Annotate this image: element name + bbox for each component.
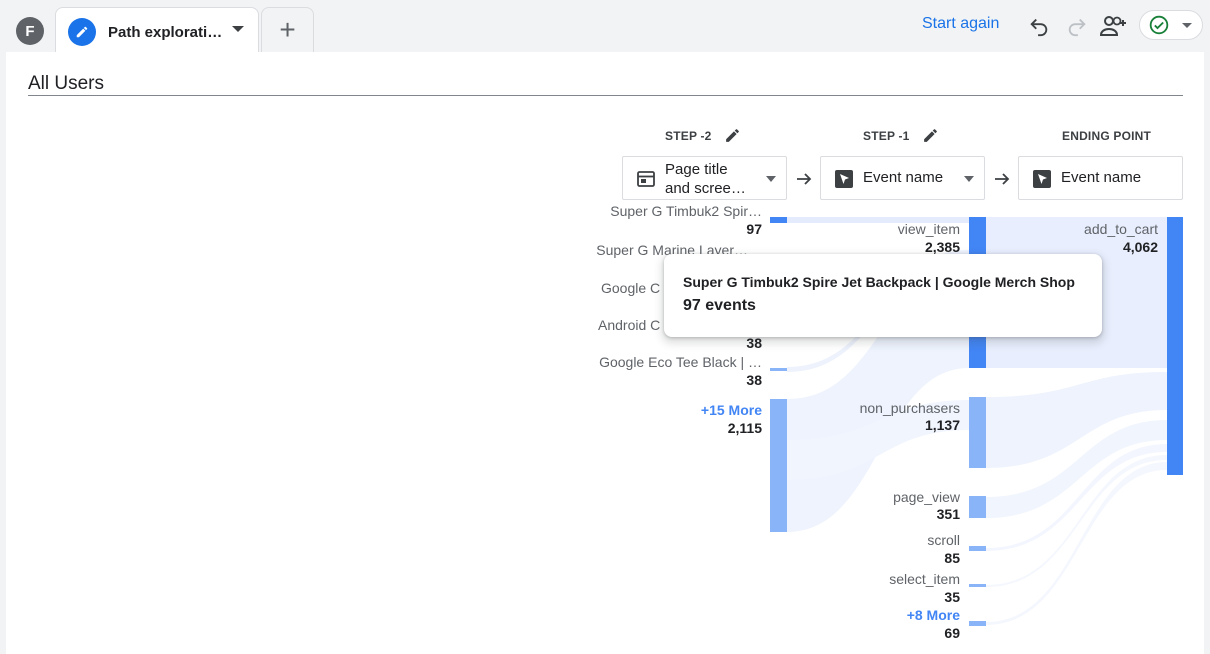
node-label[interactable]: Super G Timbuk2 Spir… bbox=[610, 203, 762, 219]
dropdown-label: Event name bbox=[863, 169, 944, 186]
cursor-icon bbox=[834, 169, 854, 189]
node-bar bbox=[969, 397, 986, 468]
node-bar bbox=[770, 368, 787, 371]
node-value: 4,062 bbox=[1122, 239, 1158, 255]
node-label[interactable]: Google Eco Tee Black | … bbox=[599, 354, 762, 370]
flow-link bbox=[986, 462, 1167, 625]
node-label[interactable]: select_item bbox=[889, 571, 960, 587]
node-label[interactable]: non_purchasers bbox=[860, 400, 960, 416]
dropdown-label-line: Page title bbox=[665, 161, 728, 178]
step-minus-1-dimension-select[interactable]: Event name bbox=[820, 156, 985, 200]
node-label[interactable]: Google C bbox=[601, 280, 660, 296]
tooltip-value: 97 events bbox=[683, 297, 756, 314]
node-bar bbox=[969, 496, 986, 518]
node-value: 1,137 bbox=[924, 417, 960, 433]
more-nodes-link[interactable]: +8 More bbox=[907, 607, 960, 623]
arrow-right-icon bbox=[993, 170, 1011, 188]
chevron-down-icon bbox=[766, 176, 776, 182]
node-label[interactable]: Android C bbox=[598, 317, 660, 333]
pencil-icon[interactable] bbox=[922, 127, 940, 145]
tooltip-title: Super G Timbuk2 Spire Jet Backpack | Goo… bbox=[683, 274, 1075, 290]
step-header-minus-2: STEP -2 bbox=[665, 129, 712, 143]
node-bar bbox=[1167, 217, 1183, 475]
dropdown-label-line: and scree… bbox=[665, 180, 746, 197]
node-bar bbox=[770, 217, 787, 223]
node-bar bbox=[969, 621, 986, 626]
node-value: 351 bbox=[936, 506, 960, 522]
node-value: 2,115 bbox=[727, 420, 762, 436]
ending-point-dimension-select[interactable]: Event name bbox=[1018, 156, 1183, 200]
node-tooltip: Super G Timbuk2 Spire Jet Backpack | Goo… bbox=[664, 254, 1102, 337]
node-bar bbox=[969, 546, 986, 551]
arrow-right-icon bbox=[795, 170, 813, 188]
node-value: 38 bbox=[746, 372, 762, 388]
node-bar bbox=[770, 399, 787, 532]
more-nodes-link[interactable]: +15 More bbox=[701, 402, 762, 418]
node-value: 38 bbox=[746, 335, 762, 351]
node-label[interactable]: add_to_cart bbox=[1084, 221, 1158, 237]
node-label[interactable]: view_item bbox=[898, 221, 960, 237]
step-header-ending-point: ENDING POINT bbox=[1062, 129, 1152, 143]
step-minus-2-dimension-select[interactable]: Page title and scree… bbox=[622, 156, 787, 200]
node-value: 35 bbox=[944, 589, 960, 605]
dropdown-label: Event name bbox=[1061, 169, 1142, 186]
chevron-down-icon bbox=[964, 176, 974, 182]
node-value: 85 bbox=[944, 550, 960, 566]
node-value: 69 bbox=[944, 625, 960, 641]
step-header-minus-1: STEP -1 bbox=[863, 129, 910, 143]
cursor-icon bbox=[1032, 169, 1052, 189]
node-value: 2,385 bbox=[924, 239, 960, 255]
page-icon bbox=[636, 169, 656, 189]
pencil-icon[interactable] bbox=[724, 127, 742, 145]
node-label[interactable]: page_view bbox=[893, 489, 960, 505]
node-label[interactable]: scroll bbox=[927, 532, 960, 548]
node-value: 97 bbox=[746, 221, 762, 237]
node-bar bbox=[969, 584, 986, 587]
